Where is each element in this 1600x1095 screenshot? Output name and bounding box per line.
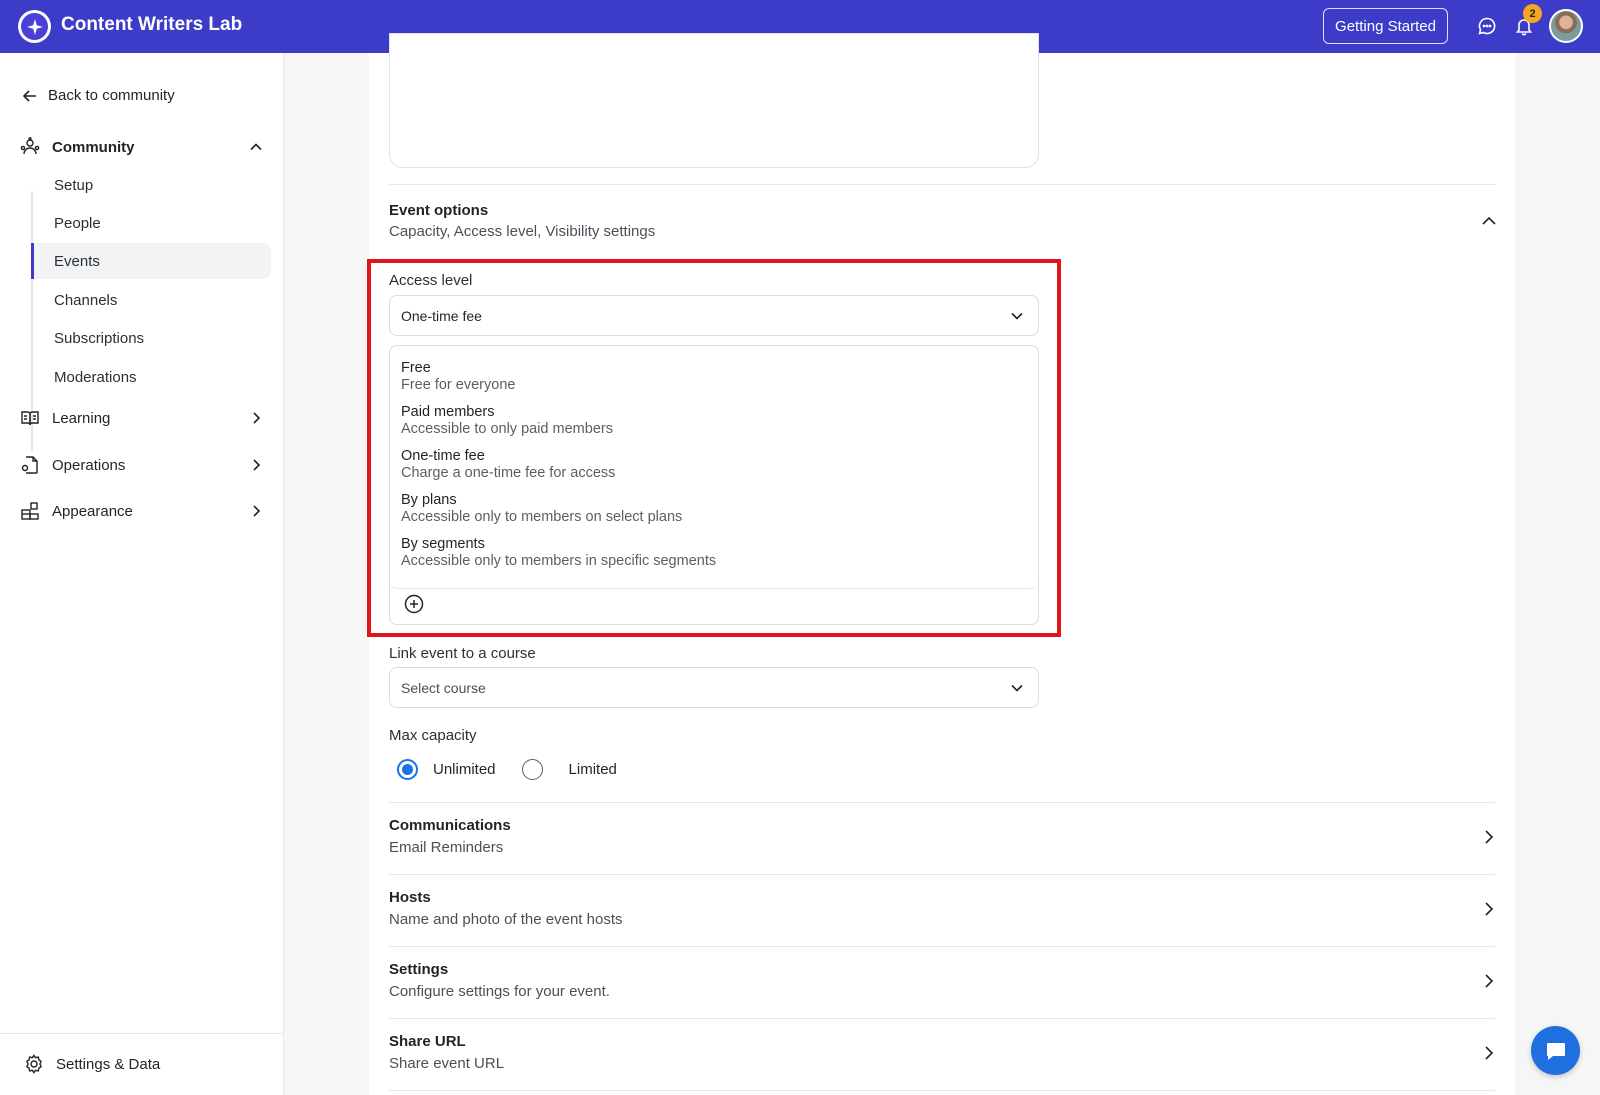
unlimited-label[interactable]: Unlimited [433, 761, 496, 778]
operations-icon [21, 456, 38, 474]
sidebar: Back to community Community Setup People… [0, 53, 284, 1095]
divider [389, 1018, 1495, 1019]
notification-badge: 2 [1523, 4, 1542, 23]
max-capacity-label: Max capacity [389, 727, 477, 744]
section-title: Share URL [389, 1033, 466, 1050]
settings-data-label: Settings & Data [56, 1055, 161, 1073]
back-label: Back to community [48, 87, 175, 104]
section-subtitle: Configure settings for your event. [389, 983, 610, 1000]
chevron-right-icon[interactable] [248, 503, 264, 519]
chat-bubble-icon [1546, 1042, 1565, 1060]
section-title: Hosts [389, 889, 431, 906]
sidebar-item-events[interactable]: Events [31, 243, 271, 279]
chevron-right-icon[interactable] [1480, 828, 1498, 846]
max-capacity-radio-group: Unlimited Limited [397, 759, 617, 780]
section-subtitle: Name and photo of the event hosts [389, 911, 623, 928]
sidebar-section-appearance[interactable]: Appearance [20, 501, 264, 521]
community-icon [20, 137, 40, 155]
community-label: Community [52, 138, 135, 156]
course-placeholder: Select course [401, 679, 486, 696]
chevron-right-icon[interactable] [1480, 900, 1498, 918]
chevron-up-icon[interactable] [1480, 212, 1498, 230]
getting-started-button[interactable]: Getting Started [1323, 8, 1448, 44]
limited-radio[interactable] [521, 759, 543, 780]
section-title: Settings [389, 961, 449, 978]
chat-icon[interactable] [1475, 14, 1499, 38]
divider [389, 874, 1495, 875]
event-options-subtitle: Capacity, Access level, Visibility setti… [389, 223, 656, 240]
chevron-right-icon[interactable] [248, 410, 264, 426]
gear-icon [26, 1054, 42, 1074]
access-level-highlight-box [367, 259, 1061, 637]
sidebar-item-subscriptions[interactable]: Subscriptions [31, 320, 271, 356]
unlimited-radio[interactable] [397, 759, 418, 780]
learning-label: Learning [52, 409, 111, 427]
app-logo-icon[interactable] [18, 10, 51, 43]
book-icon [21, 411, 39, 426]
user-avatar[interactable] [1549, 9, 1583, 43]
chevron-down-icon [1011, 684, 1023, 692]
sidebar-item-moderations[interactable]: Moderations [31, 359, 271, 395]
divider [389, 1090, 1495, 1091]
course-label: Link event to a course [389, 645, 536, 662]
appearance-icon [21, 502, 39, 520]
sidebar-section-learning[interactable]: Learning [20, 408, 264, 428]
event-options-title: Event options [389, 202, 489, 219]
chevron-right-icon[interactable] [248, 457, 264, 473]
app-name[interactable]: Content Writers Lab [61, 14, 242, 36]
section-subtitle: Email Reminders [389, 839, 504, 856]
section-subtitle: Share event URL [389, 1055, 505, 1072]
sidebar-item-setup[interactable]: Setup [31, 167, 271, 203]
arrow-left-icon [22, 89, 36, 102]
sidebar-item-people[interactable]: People [31, 205, 271, 241]
sidebar-footer: Settings & Data [0, 1033, 283, 1095]
description-textarea[interactable] [389, 33, 1039, 168]
limited-label[interactable]: Limited [569, 761, 617, 778]
course-select[interactable]: Select course [389, 667, 1039, 708]
operations-label: Operations [52, 456, 126, 474]
settings-data-link[interactable]: Settings & Data [24, 1054, 160, 1074]
divider [389, 184, 1495, 185]
support-chat-button[interactable] [1531, 1026, 1580, 1075]
sidebar-section-community[interactable]: Community [20, 137, 264, 157]
chevron-right-icon[interactable] [1480, 972, 1498, 990]
divider [389, 802, 1495, 803]
divider [389, 946, 1495, 947]
chevron-up-icon[interactable] [248, 139, 264, 155]
sidebar-section-operations[interactable]: Operations [20, 455, 264, 475]
chevron-right-icon[interactable] [1480, 1044, 1498, 1062]
back-to-community-link[interactable]: Back to community [22, 87, 175, 104]
sidebar-item-channels[interactable]: Channels [31, 282, 271, 318]
appearance-label: Appearance [52, 502, 133, 520]
section-title: Communications [389, 817, 511, 834]
